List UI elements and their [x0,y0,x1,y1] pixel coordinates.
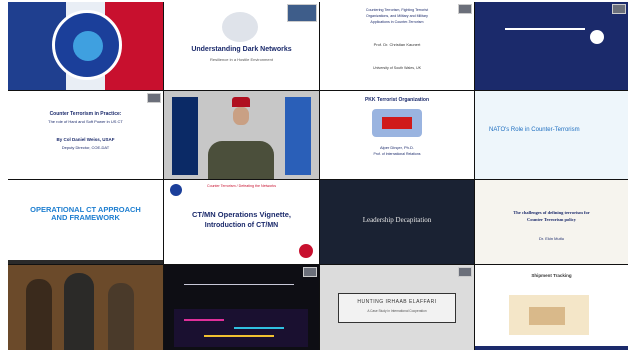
tile-operational-ct[interactable]: OPERATIONAL CT APPROACH AND FRAMEWORK [8,180,163,264]
footer-logo [299,244,313,258]
slide-subtitle: Introduction of CT/MN [204,222,279,229]
tile-counter-terrorism-practice[interactable]: Counter Terrorism in Practice: The role … [8,91,163,179]
presenter-camera[interactable] [287,4,317,22]
slide-line-2: Organizations, and Military and Military [366,14,428,18]
tile-coe-dat-logo[interactable] [8,2,163,90]
slide-subtitle: Counter Terrorism policy [526,217,577,222]
slide-title: Understanding Dark Networks [191,46,292,53]
slide-line-1: Countering Terrorism, Fighting Terrorist [365,8,429,12]
presenter-camera[interactable] [147,93,161,103]
presenter-camera[interactable] [612,4,626,14]
slide-title: PKK Terrorist Organization [364,97,430,103]
tile-ctmn-vignette[interactable]: Counter Terrorism / Defeating the Networ… [164,180,319,264]
tile-defining-terrorism[interactable]: The challenges of defining terrorism for… [475,180,628,264]
photo-figure [26,279,52,350]
slide-title: CT/MN Operations Vignette, [191,210,292,219]
speaker-affiliation: University of South Wales, UK [373,66,421,70]
pkk-logo-image [372,109,422,137]
slide-title: The challenges of defining terrorism for [513,210,590,215]
presenter-camera[interactable] [458,4,472,14]
slide-header: Counter Terrorism / Defeating the Networ… [206,184,277,188]
coe-dat-flag [285,97,311,175]
tile-blue-title-slide[interactable] [475,2,628,90]
nato-flag [172,97,198,175]
speaker-name: Alper Dinçer, Ph.D. [379,145,414,150]
slide-title: Leadership Decapitation [362,216,432,224]
speaker-role: Deputy Director, COE-DAT [61,145,110,150]
speaker-affiliation: Prof. of International Relations [373,152,421,156]
slide-title: Counter Terrorism in Practice: [49,111,122,117]
slide-subtitle: A Case Study in International Cooperatio… [367,309,427,313]
slide-title: Shipment Tracking [531,273,572,278]
slide-line-3: Applications in Counter-Terrorism [370,20,424,24]
presenter-camera[interactable] [458,267,472,277]
tile-shipment-tracking[interactable]: Shipment Tracking [475,265,628,350]
tile-network-visualization[interactable] [164,265,319,350]
tile-leadership-decapitation[interactable]: Leadership Decapitation [320,180,474,264]
slide-title: OPERATIONAL CT APPROACH AND FRAMEWORK [30,205,141,223]
tile-nato-role[interactable]: NATO's Role in Counter-Terrorism [475,91,628,179]
coe-dat-emblem [590,30,604,44]
video-conference-grid: Understanding Dark Networks Resilience i… [8,2,628,350]
coe-dat-emblem [170,184,182,196]
tile-kaunert-intro[interactable]: Countering Terrorism, Fighting Terrorist… [320,2,474,90]
officer-uniform [208,141,274,179]
slide-title: NATO's Role in Counter-Terrorism [489,127,580,133]
slide-text-block [184,271,294,285]
speaker-name: Prof. Dr. Christian Kaunert [373,42,421,47]
photo-figure [64,273,94,350]
speaker-name: By Col Daniel Weiss, USAF [56,137,115,142]
slide-subtitle: Resilience in a Hostile Environment [210,57,273,62]
coe-dat-emblem [52,10,122,80]
tile-hunting-case-study[interactable]: HUNTING IRHAAB ELAFFARI A Case Study in … [320,265,474,350]
tile-dark-networks[interactable]: Understanding Dark Networks Resilience i… [164,2,319,90]
globe-icon [222,12,258,42]
photo-figure [108,283,134,350]
slide-footer [475,346,628,350]
slide-title: HUNTING IRHAAB ELAFFARI [357,299,437,305]
tile-militants-photo[interactable] [8,265,163,350]
tile-officer-video[interactable] [164,91,319,179]
officer-avatar [224,97,258,143]
slide-text-block [505,28,585,48]
slide-subtitle: The role of Hard and Soft Power in US CT [48,119,123,124]
slide-footer [8,260,163,264]
map-image [509,295,589,335]
tile-pkk-organization[interactable]: PKK Terrorist Organization Alper Dinçer,… [320,91,474,179]
title-box [338,293,456,323]
network-graph-image [174,309,308,347]
speaker-name: Dr. Ekin Mutlu [539,236,564,241]
presenter-camera[interactable] [303,267,317,277]
